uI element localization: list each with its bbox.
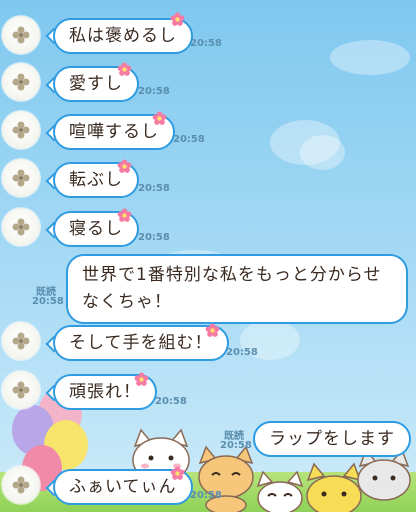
pink-flower-icon	[152, 111, 167, 125]
pink-flower-icon	[170, 12, 185, 26]
pink-flower-icon	[170, 466, 185, 480]
message-time: 20:58	[155, 396, 187, 407]
message-bubble[interactable]: ラップをします	[253, 421, 411, 457]
sender-avatar[interactable]	[2, 16, 40, 54]
clover-avatar-icon	[12, 73, 30, 91]
sender-avatar[interactable]	[2, 322, 40, 360]
yellow-cat-illustration	[306, 462, 362, 512]
clover-avatar-icon	[12, 218, 30, 236]
balloon-decoration	[44, 420, 88, 470]
clover-avatar-icon	[12, 169, 30, 187]
gray-cat-illustration	[357, 448, 411, 501]
message-time: 20:58	[173, 134, 205, 145]
cloud-decoration	[270, 120, 340, 165]
sender-avatar[interactable]	[2, 159, 40, 197]
pink-flower-icon	[117, 62, 132, 76]
message-time: 20:58	[220, 440, 252, 451]
pink-flower-icon	[134, 372, 149, 386]
pink-flower-icon	[205, 323, 220, 337]
message-time: 20:58	[32, 296, 64, 307]
balloon-decoration	[12, 405, 54, 455]
message-time: 20:58	[138, 86, 170, 97]
message-time: 20:58	[190, 38, 222, 49]
message-time: 20:58	[138, 183, 170, 194]
pink-flower-icon	[117, 159, 132, 173]
clover-avatar-icon	[12, 476, 30, 494]
sender-avatar[interactable]	[2, 371, 40, 409]
cloud-decoration	[300, 135, 345, 170]
clover-avatar-icon	[12, 26, 30, 44]
clover-avatar-icon	[12, 121, 30, 139]
clover-avatar-icon	[12, 332, 30, 350]
sender-avatar[interactable]	[2, 111, 40, 149]
sender-avatar[interactable]	[2, 63, 40, 101]
orange-cat-illustration	[198, 445, 254, 512]
message-time: 20:58	[138, 232, 170, 243]
white-cat-illustration	[256, 470, 304, 512]
sender-avatar[interactable]	[2, 466, 40, 504]
message-time: 20:58	[226, 347, 258, 358]
pink-flower-icon	[117, 208, 132, 222]
message-time: 20:58	[190, 490, 222, 501]
cloud-decoration	[330, 40, 410, 75]
message-bubble[interactable]: そして手を組む！	[53, 325, 229, 361]
sender-avatar[interactable]	[2, 208, 40, 246]
message-bubble[interactable]: 世界で1番特別な私をもっと分からせなくちゃ！	[66, 254, 408, 324]
clover-avatar-icon	[12, 381, 30, 399]
